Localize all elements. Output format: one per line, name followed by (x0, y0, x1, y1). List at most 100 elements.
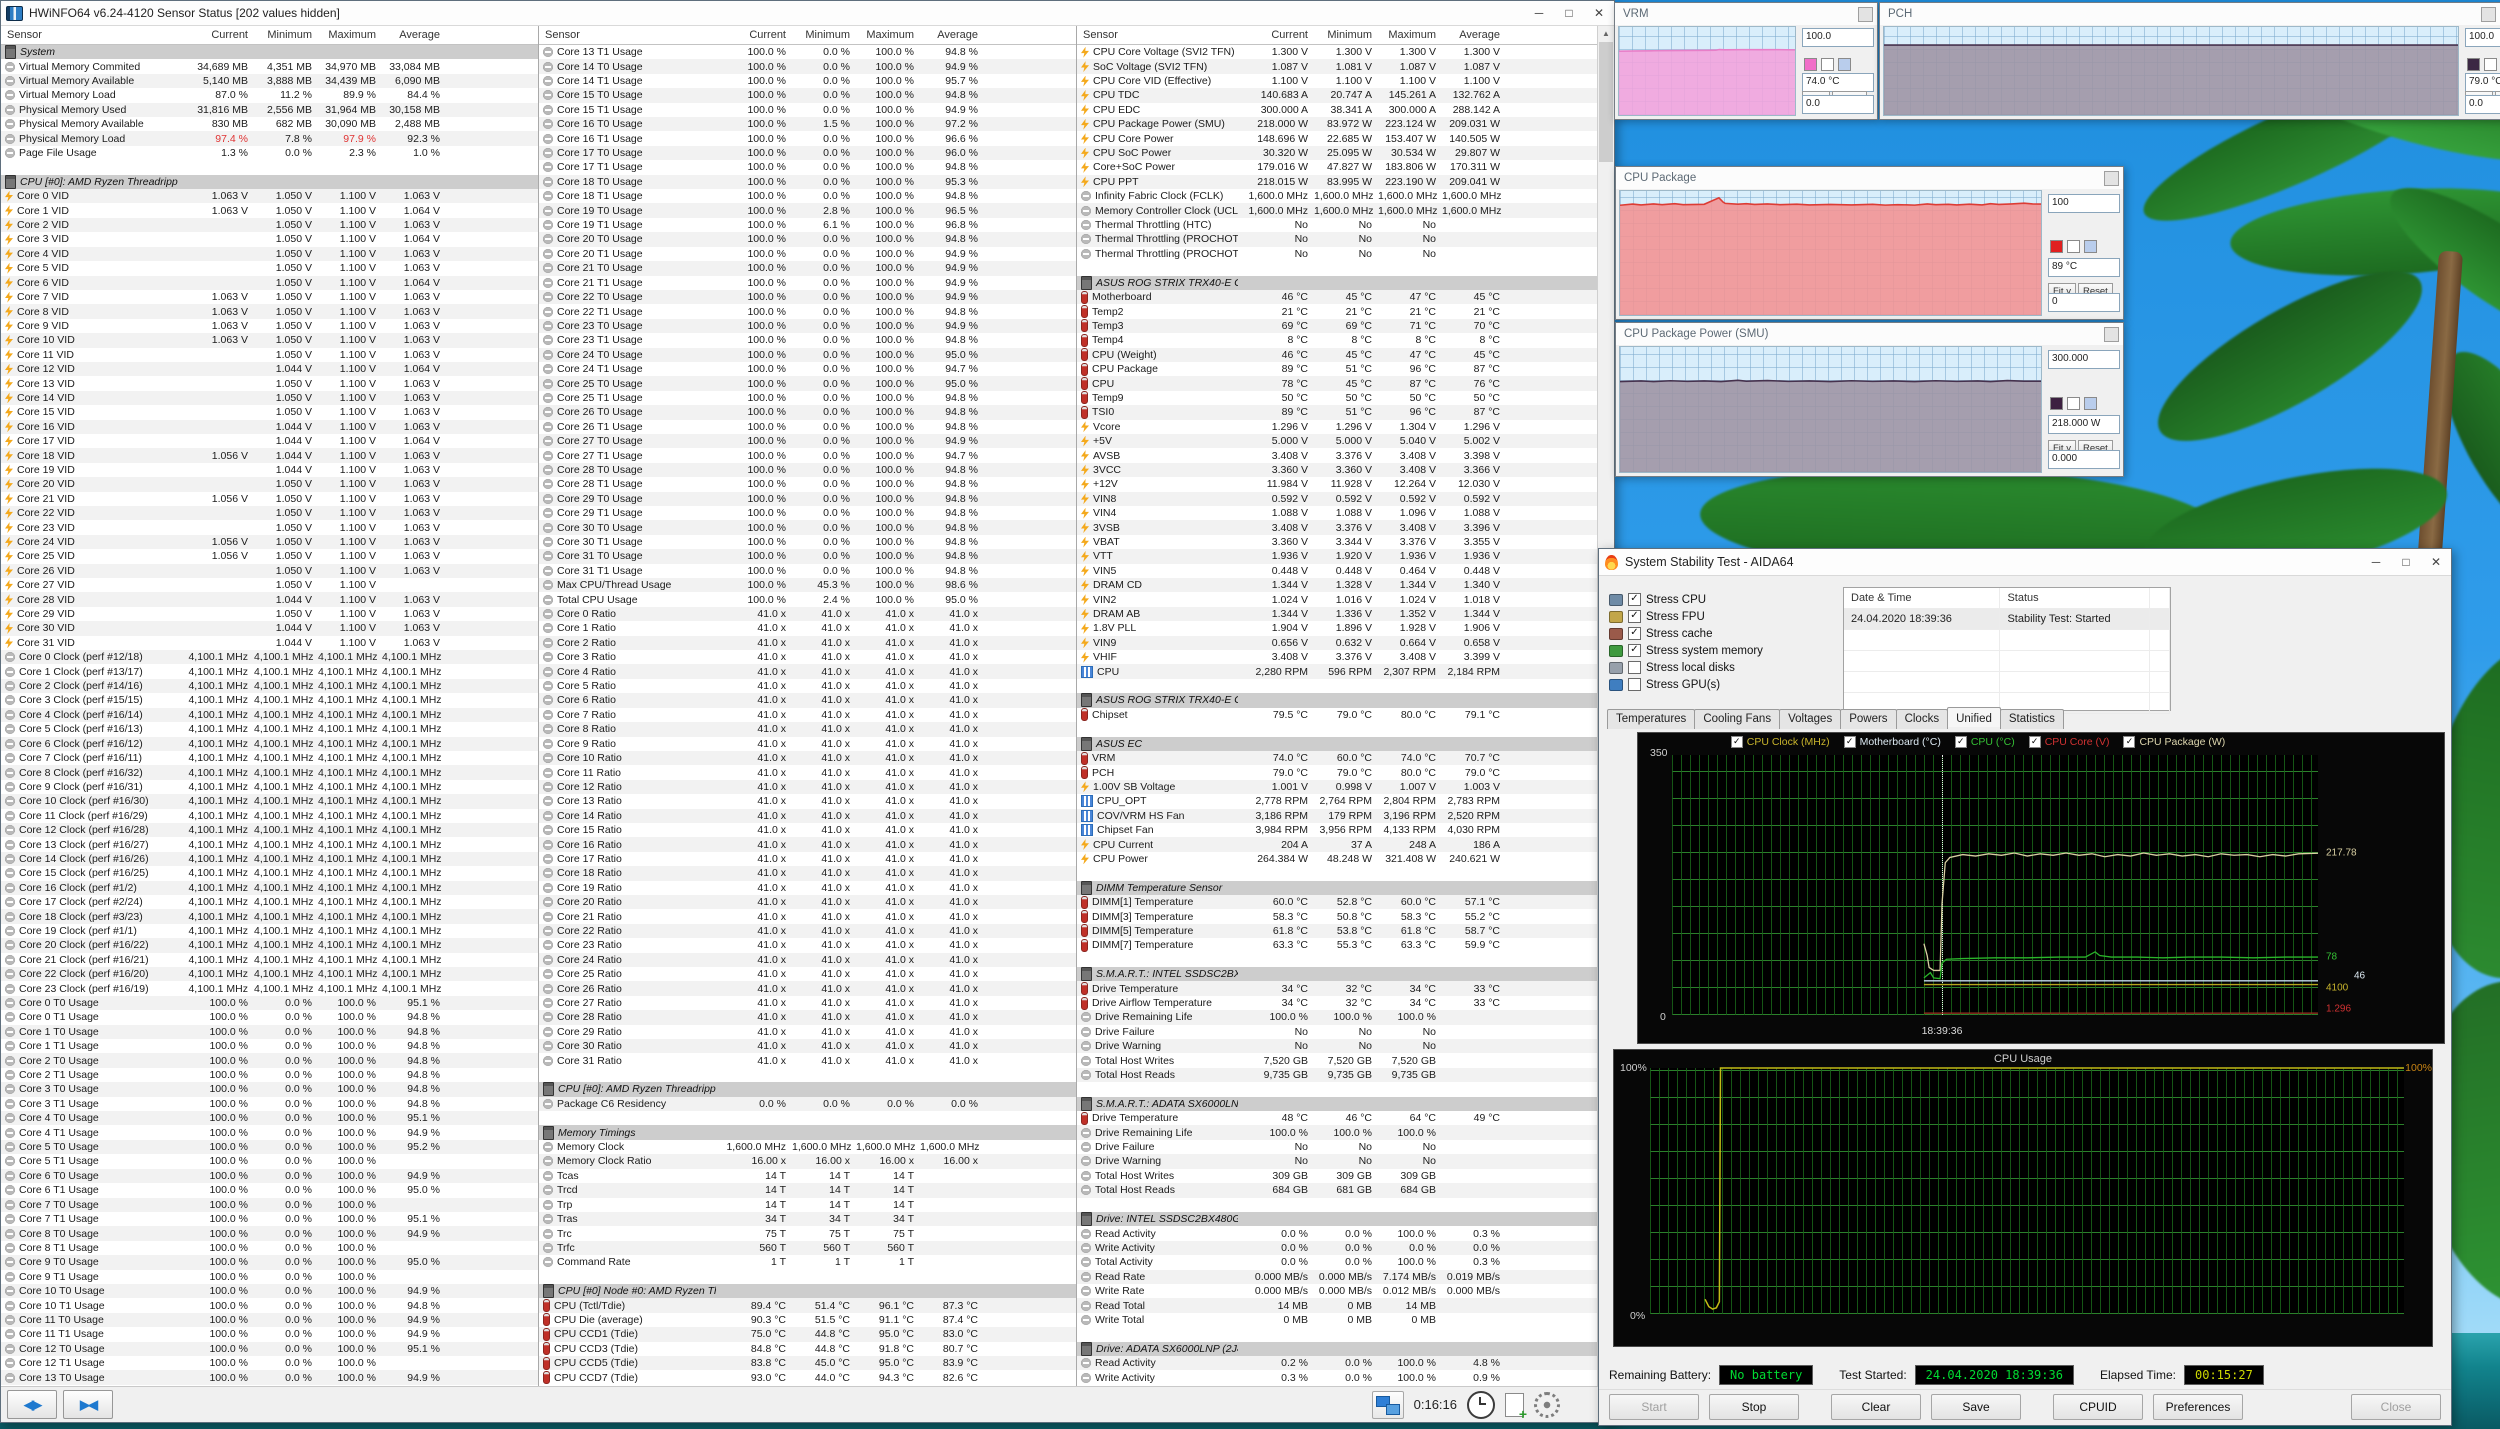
sensor-row[interactable]: COV/VRM HS Fan3,186 RPM179 RPM3,196 RPM2… (1077, 809, 1598, 823)
sensor-row[interactable]: Core 5 Ratio41.0 x41.0 x41.0 x41.0 x (539, 679, 1076, 693)
sensor-row[interactable]: VHIF3.408 V3.376 V3.408 V3.399 V (1077, 650, 1598, 664)
sensor-row[interactable]: Core 17 T0 Usage100.0 %0.0 %100.0 %96.0 … (539, 146, 1076, 160)
sensor-row[interactable]: Core 13 VID1.050 V1.100 V1.063 V (1, 376, 538, 390)
sensor-row[interactable]: Drive Temperature34 °C32 °C34 °C33 °C (1077, 981, 1598, 995)
sensor-row[interactable]: Drive Airflow Temperature34 °C32 °C34 °C… (1077, 996, 1598, 1010)
column-headers[interactable]: SensorCurrentMinimumMaximumAverage (1, 26, 538, 45)
sensor-row[interactable]: Core 7 T1 Usage100.0 %0.0 %100.0 %95.1 % (1, 1212, 538, 1226)
sensor-row[interactable]: VIN80.592 V0.592 V0.592 V0.592 V (1077, 492, 1598, 506)
sensor-row[interactable]: Core 19 Clock (perf #1/1)4,100.1 MHz4,10… (1, 924, 538, 938)
sensor-row[interactable]: Core 24 T0 Usage100.0 %0.0 %100.0 %95.0 … (539, 348, 1076, 362)
sensor-row[interactable]: Core 11 T0 Usage100.0 %0.0 %100.0 %94.9 … (1, 1313, 538, 1327)
sensor-row[interactable]: CPU Package89 °C51 °C96 °C87 °C (1077, 362, 1598, 376)
sensor-row[interactable]: S.M.A.R.T.: ADATA SX6000LNP (2J422004... (1077, 1097, 1598, 1111)
sensor-row[interactable]: Core 12 Ratio41.0 x41.0 x41.0 x41.0 x (539, 780, 1076, 794)
sensor-row[interactable] (539, 1111, 1076, 1125)
ymax-input[interactable]: 100 (2048, 194, 2120, 213)
sensor-row[interactable]: Physical Memory Load97.4 %7.8 %97.9 %92.… (1, 131, 538, 145)
sensor-row[interactable]: Core 0 VID1.063 V1.050 V1.100 V1.063 V (1, 189, 538, 203)
sensor-row[interactable]: Temp369 °C69 °C71 °C70 °C (1077, 319, 1598, 333)
sensor-row[interactable]: Core 0 Clock (perf #12/18)4,100.1 MHz4,1… (1, 650, 538, 664)
sensor-row[interactable]: CPU (Tctl/Tdie)89.4 °C51.4 °C96.1 °C87.3… (539, 1298, 1076, 1312)
graph-title[interactable]: VRM (1615, 3, 1877, 25)
sensor-row[interactable]: DIMM[1] Temperature60.0 °C52.8 °C60.0 °C… (1077, 895, 1598, 909)
sensor-row[interactable]: 3VSB3.408 V3.376 V3.408 V3.396 V (1077, 520, 1598, 534)
sensor-row[interactable]: Core 8 VID1.063 V1.050 V1.100 V1.063 V (1, 304, 538, 318)
sensor-row[interactable]: Core 31 Ratio41.0 x41.0 x41.0 x41.0 x (539, 1053, 1076, 1067)
sensor-row[interactable]: Core 27 T1 Usage100.0 %0.0 %100.0 %94.7 … (539, 448, 1076, 462)
sensor-row[interactable]: Core 17 Clock (perf #2/24)4,100.1 MHz4,1… (1, 895, 538, 909)
sensor-row[interactable]: Core 0 Ratio41.0 x41.0 x41.0 x41.0 x (539, 607, 1076, 621)
sensor-row[interactable]: Total Host Reads684 GB681 GB684 GB (1077, 1183, 1598, 1197)
sensor-row[interactable]: Core 19 T0 Usage100.0 %2.8 %100.0 %96.5 … (539, 203, 1076, 217)
sensor-row[interactable]: Core 28 VID1.044 V1.100 V1.063 V (1, 592, 538, 606)
sensor-row[interactable]: Core 30 T0 Usage100.0 %0.0 %100.0 %94.8 … (539, 520, 1076, 534)
sensor-row[interactable]: Core 30 T1 Usage100.0 %0.0 %100.0 %94.8 … (539, 535, 1076, 549)
graph-menu-button[interactable] (1858, 7, 1873, 22)
sensor-row[interactable]: Core 23 T1 Usage100.0 %0.0 %100.0 %94.8 … (539, 333, 1076, 347)
sensor-row[interactable]: S.M.A.R.T.: INTEL SSDSC2BX480G4 (BTHC... (1077, 967, 1598, 981)
sensor-row[interactable]: Core 22 T0 Usage100.0 %0.0 %100.0 %94.9 … (539, 290, 1076, 304)
sensor-row[interactable]: Core 2 T0 Usage100.0 %0.0 %100.0 %94.8 % (1, 1053, 538, 1067)
sensor-row[interactable]: Core 9 Clock (perf #16/31)4,100.1 MHz4,1… (1, 780, 538, 794)
hwinfo-titlebar[interactable]: HWiNFO64 v6.24-4120 Sensor Status [202 v… (1, 1, 1614, 26)
sensor-row[interactable]: Max CPU/Thread Usage100.0 %45.3 %100.0 %… (539, 578, 1076, 592)
sensor-row[interactable]: Core 19 T1 Usage100.0 %6.1 %100.0 %96.8 … (539, 218, 1076, 232)
sensor-row[interactable]: Core 7 VID1.063 V1.050 V1.100 V1.063 V (1, 290, 538, 304)
graph-title[interactable]: CPU Package Power (SMU) (1616, 323, 2123, 345)
sensor-row[interactable]: Core 14 VID1.050 V1.100 V1.063 V (1, 391, 538, 405)
sensor-row[interactable]: CPU CCD1 (Tdie)75.0 °C44.8 °C95.0 °C83.0… (539, 1327, 1076, 1341)
sensor-row[interactable]: Drive FailureNoNoNo (1077, 1025, 1598, 1039)
sensor-row[interactable]: Core 4 Ratio41.0 x41.0 x41.0 x41.0 x (539, 664, 1076, 678)
sensor-row[interactable]: Core 25 VID1.056 V1.050 V1.100 V1.063 V (1, 549, 538, 563)
legend-checkbox[interactable]: ✓ (1844, 736, 1856, 748)
sensor-row[interactable] (1077, 679, 1598, 693)
stress-option[interactable]: Stress GPU(s) (1609, 676, 1763, 693)
sensor-row[interactable]: Core 26 T1 Usage100.0 %0.0 %100.0 %94.8 … (539, 420, 1076, 434)
sensor-row[interactable]: Core 21 Clock (perf #16/21)4,100.1 MHz4,… (1, 953, 538, 967)
sensor-row[interactable]: Core 20 VID1.050 V1.100 V1.063 V (1, 477, 538, 491)
sensor-row[interactable]: Temp950 °C50 °C50 °C50 °C (1077, 391, 1598, 405)
sensor-row[interactable]: Core 7 Clock (perf #16/11)4,100.1 MHz4,1… (1, 751, 538, 765)
sensor-row[interactable]: VTT1.936 V1.920 V1.936 V1.936 V (1077, 549, 1598, 563)
sensor-row[interactable]: Tras34 T34 T34 T (539, 1212, 1076, 1226)
sensor-row[interactable]: Drive Remaining Life100.0 %100.0 %100.0 … (1077, 1125, 1598, 1139)
minimize-icon[interactable]: ─ (1524, 6, 1554, 20)
graph-menu-button[interactable] (2481, 7, 2496, 22)
checkbox[interactable]: ✓ (1628, 627, 1641, 640)
sensor-row[interactable]: Write Rate0.000 MB/s0.000 MB/s0.012 MB/s… (1077, 1284, 1598, 1298)
sensor-row[interactable]: Core 13 T0 Usage100.0 %0.0 %100.0 %94.9 … (1, 1370, 538, 1384)
sensor-row[interactable]: Core 28 Ratio41.0 x41.0 x41.0 x41.0 x (539, 1010, 1076, 1024)
save-button[interactable]: Save (1931, 1394, 2021, 1420)
column-headers[interactable]: SensorCurrentMinimumMaximumAverage (1077, 26, 1598, 45)
sensor-row[interactable]: Chipset79.5 °C79.0 °C80.0 °C79.1 °C (1077, 708, 1598, 722)
sensor-row[interactable]: Core 11 T1 Usage100.0 %0.0 %100.0 %94.9 … (1, 1327, 538, 1341)
sensor-row[interactable]: Core 22 Ratio41.0 x41.0 x41.0 x41.0 x (539, 924, 1076, 938)
sensor-row[interactable]: Core 15 T1 Usage100.0 %0.0 %100.0 %94.9 … (539, 103, 1076, 117)
sensor-row[interactable]: Core 13 T1 Usage100.0 %0.0 %100.0 %94.8 … (539, 45, 1076, 59)
sensor-row[interactable]: Core 14 Clock (perf #16/26)4,100.1 MHz4,… (1, 852, 538, 866)
sensor-row[interactable]: Core 5 T1 Usage100.0 %0.0 %100.0 % (1, 1154, 538, 1168)
sensor-row[interactable]: Core 11 Ratio41.0 x41.0 x41.0 x41.0 x (539, 765, 1076, 779)
sensor-row[interactable]: Core 31 VID1.044 V1.100 V1.063 V (1, 636, 538, 650)
sensor-row[interactable]: TSI089 °C51 °C96 °C87 °C (1077, 405, 1598, 419)
sensor-row[interactable]: ASUS ROG STRIX TRX40-E GAMING (Nuvot... (1077, 276, 1598, 290)
sensor-row[interactable]: Thermal Throttling (PROCHOT EXT)NoNoNo (1077, 247, 1598, 261)
sensor-row[interactable]: Chipset Fan3,984 RPM3,956 RPM4,133 RPM4,… (1077, 823, 1598, 837)
close-icon[interactable]: ✕ (1584, 6, 1614, 20)
sensor-row[interactable]: Write Activity0.0 %0.0 %0.0 %0.0 % (1077, 1241, 1598, 1255)
sensor-row[interactable] (1077, 866, 1598, 880)
sensor-row[interactable]: Core 29 T1 Usage100.0 %0.0 %100.0 %94.8 … (539, 506, 1076, 520)
sensor-row[interactable]: Core 31 T0 Usage100.0 %0.0 %100.0 %94.8 … (539, 549, 1076, 563)
sensor-row[interactable]: Core 2 Clock (perf #14/16)4,100.1 MHz4,1… (1, 679, 538, 693)
collapse-columns-button[interactable]: ▶◀ (63, 1390, 113, 1419)
sensor-row[interactable]: Core 9 VID1.063 V1.050 V1.100 V1.063 V (1, 319, 538, 333)
sensor-row[interactable]: Core 9 T0 Usage100.0 %0.0 %100.0 %95.0 % (1, 1255, 538, 1269)
sensor-row[interactable]: Drive WarningNoNoNo (1077, 1039, 1598, 1053)
sensor-row[interactable]: Core 4 Clock (perf #16/14)4,100.1 MHz4,1… (1, 708, 538, 722)
sensor-row[interactable]: Read Total14 MB0 MB14 MB (1077, 1298, 1598, 1312)
legend-item[interactable]: ✓CPU Package (W) (2123, 736, 2225, 748)
sensor-row[interactable]: DIMM[7] Temperature63.3 °C55.3 °C63.3 °C… (1077, 938, 1598, 952)
legend-item[interactable]: ✓Motherboard (°C) (1844, 736, 1941, 748)
sensor-row[interactable]: CPU SoC Power30.320 W25.095 W30.534 W29.… (1077, 146, 1598, 160)
